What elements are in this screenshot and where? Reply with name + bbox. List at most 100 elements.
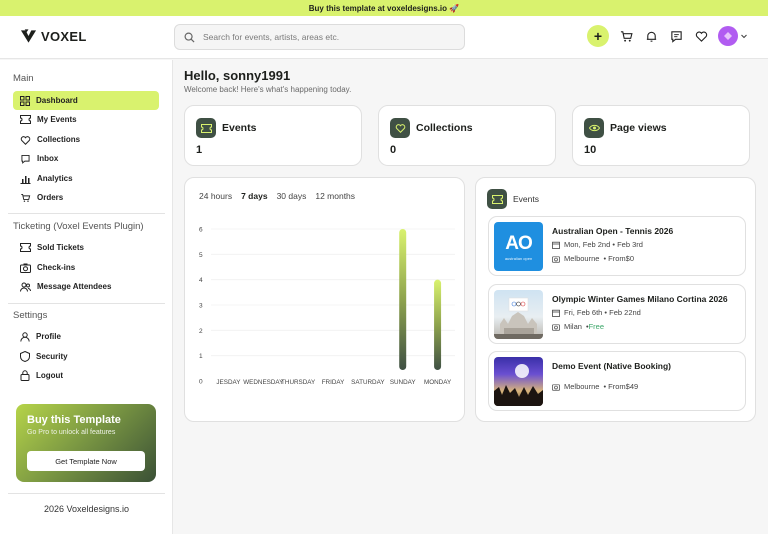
sidebar-item-profile[interactable]: Profile <box>13 327 159 346</box>
sidebar-item-label: Dashboard <box>36 96 78 105</box>
shield-icon <box>20 351 30 362</box>
event-thumbnail <box>494 357 543 406</box>
camera-icon <box>552 383 560 391</box>
sidebar-item-message-attendees[interactable]: Message Attendees <box>13 277 159 296</box>
x-tick-label: WEDNESDAY <box>243 379 284 386</box>
stat-label: Page views <box>610 122 667 134</box>
event-title[interactable]: Demo Event (Native Booking) <box>552 361 671 371</box>
sidebar-item-label: Message Attendees <box>37 282 112 291</box>
logo[interactable]: VOXEL <box>20 28 87 44</box>
event-date: Mon, Feb 2nd • Feb 3rd <box>552 240 643 249</box>
sidebar-item-label: Security <box>36 352 68 361</box>
create-button[interactable]: + <box>587 25 609 47</box>
messages-button[interactable] <box>668 28 684 44</box>
y-tick-label: 6 <box>199 227 203 234</box>
sidebar-item-orders[interactable]: Orders <box>13 188 159 207</box>
promo-banner-text[interactable]: Buy this template at voxeldesigns.io 🚀 <box>309 4 459 13</box>
notifications-button[interactable] <box>643 28 659 44</box>
views-chart-card: 24 hours 7 days 30 days 12 months 012345… <box>184 177 465 422</box>
sidebar-item-label: Orders <box>37 193 64 202</box>
event-date-text: Mon, Feb 2nd • Feb 3rd <box>564 240 643 249</box>
sidebar-item-label: Check-ins <box>37 263 76 272</box>
sidebar-item-inbox[interactable]: Inbox <box>13 149 159 168</box>
stat-value: 1 <box>196 144 203 156</box>
sidebar-item-security[interactable]: Security <box>13 347 159 366</box>
sidebar-divider <box>8 303 165 304</box>
ticket-icon <box>20 243 31 252</box>
ticket-icon <box>487 189 507 209</box>
promo-banner[interactable]: Buy this template at voxeldesigns.io 🚀 <box>0 0 768 16</box>
lock-icon <box>20 370 30 381</box>
event-date: Fri, Feb 6th • Feb 22nd <box>552 308 641 317</box>
sidebar-item-collections[interactable]: Collections <box>13 130 159 149</box>
sidebar-item-analytics[interactable]: Analytics <box>13 169 159 188</box>
sidebar-item-logout[interactable]: Logout <box>13 366 159 385</box>
stat-card-page-views[interactable]: Page views 10 <box>572 105 750 166</box>
calendar-icon <box>552 309 560 317</box>
events-heading: Events <box>487 189 539 209</box>
x-tick-label: FRIDAY <box>322 379 345 386</box>
calendar-icon <box>552 241 560 249</box>
search-icon <box>184 32 195 43</box>
heart-icon <box>390 118 410 138</box>
sidebar-divider <box>8 493 165 494</box>
sidebar-item-label: Sold Tickets <box>37 243 84 252</box>
bell-icon <box>646 31 656 42</box>
event-item[interactable]: Demo Event (Native Booking) Melbourne • … <box>488 351 746 411</box>
promo-title: Buy this Template <box>27 414 121 426</box>
cart-icon <box>21 193 31 202</box>
y-tick-label: 1 <box>199 353 203 360</box>
event-location: Melbourne • From $0 <box>552 254 634 263</box>
app-header: VOXEL + <box>0 16 768 59</box>
events-card: Events AO australian open Australian Ope… <box>475 177 756 422</box>
event-thumbnail: AO australian open <box>494 222 543 271</box>
sidebar-item-label: Inbox <box>37 154 59 163</box>
event-location-text: Melbourne <box>564 254 600 263</box>
search-bar[interactable] <box>174 24 465 50</box>
y-tick-label: 0 <box>199 379 203 386</box>
event-item[interactable]: Olympic Winter Games Milano Cortina 2026… <box>488 284 746 344</box>
event-title[interactable]: Australian Open - Tennis 2026 <box>552 226 673 236</box>
sidebar-item-my-events[interactable]: My Events <box>13 110 159 129</box>
stat-card-events[interactable]: Events 1 <box>184 105 362 166</box>
y-tick-label: 4 <box>199 277 203 284</box>
user-menu[interactable] <box>718 26 748 46</box>
sidebar-item-label: Collections <box>37 135 81 144</box>
favorites-button[interactable] <box>693 28 709 44</box>
event-price: $0 <box>625 254 635 263</box>
avatar <box>718 26 738 46</box>
sidebar-item-sold-tickets[interactable]: Sold Tickets <box>13 238 159 257</box>
x-tick-label: MONDAY <box>424 379 452 386</box>
event-location-text: Melbourne <box>564 382 600 391</box>
sidebar: Main Dashboard My Events Collections Inb… <box>0 60 173 534</box>
camera-icon <box>20 263 31 273</box>
heart-icon <box>20 135 31 145</box>
chevron-down-icon <box>741 34 747 39</box>
stat-value: 0 <box>390 144 397 156</box>
event-item[interactable]: AO australian open Australian Open - Ten… <box>488 216 746 276</box>
event-title[interactable]: Olympic Winter Games Milano Cortina 2026 <box>552 294 728 304</box>
sidebar-item-check-ins[interactable]: Check-ins <box>13 258 159 277</box>
x-tick-label: JESDAY <box>216 379 241 386</box>
chart-bar[interactable] <box>434 279 442 370</box>
search-input[interactable] <box>203 32 443 42</box>
section-title-ticketing: Ticketing (Voxel Events Plugin) <box>13 221 144 232</box>
event-thumbnail-caption: australian open <box>504 255 533 261</box>
sidebar-item-dashboard[interactable]: Dashboard <box>13 91 159 110</box>
stat-value: 10 <box>584 144 597 156</box>
cart-icon <box>620 30 633 42</box>
event-price-free: Free <box>588 322 604 331</box>
stat-card-collections[interactable]: Collections 0 <box>378 105 556 166</box>
chart-bar[interactable] <box>399 229 407 370</box>
header-actions: + <box>587 25 748 47</box>
event-price-prefix: • From <box>603 254 626 263</box>
cart-button[interactable] <box>618 28 634 44</box>
heart-icon <box>695 30 707 42</box>
sidebar-item-label: My Events <box>37 115 77 124</box>
page-subtitle: Welcome back! Here's what's happening to… <box>184 85 352 94</box>
get-template-button[interactable]: Get Template Now <box>27 451 145 471</box>
event-location: Milan • Free <box>552 322 604 331</box>
grid-icon <box>20 95 30 106</box>
eye-icon <box>584 118 604 138</box>
voxel-logo-icon <box>20 29 37 43</box>
